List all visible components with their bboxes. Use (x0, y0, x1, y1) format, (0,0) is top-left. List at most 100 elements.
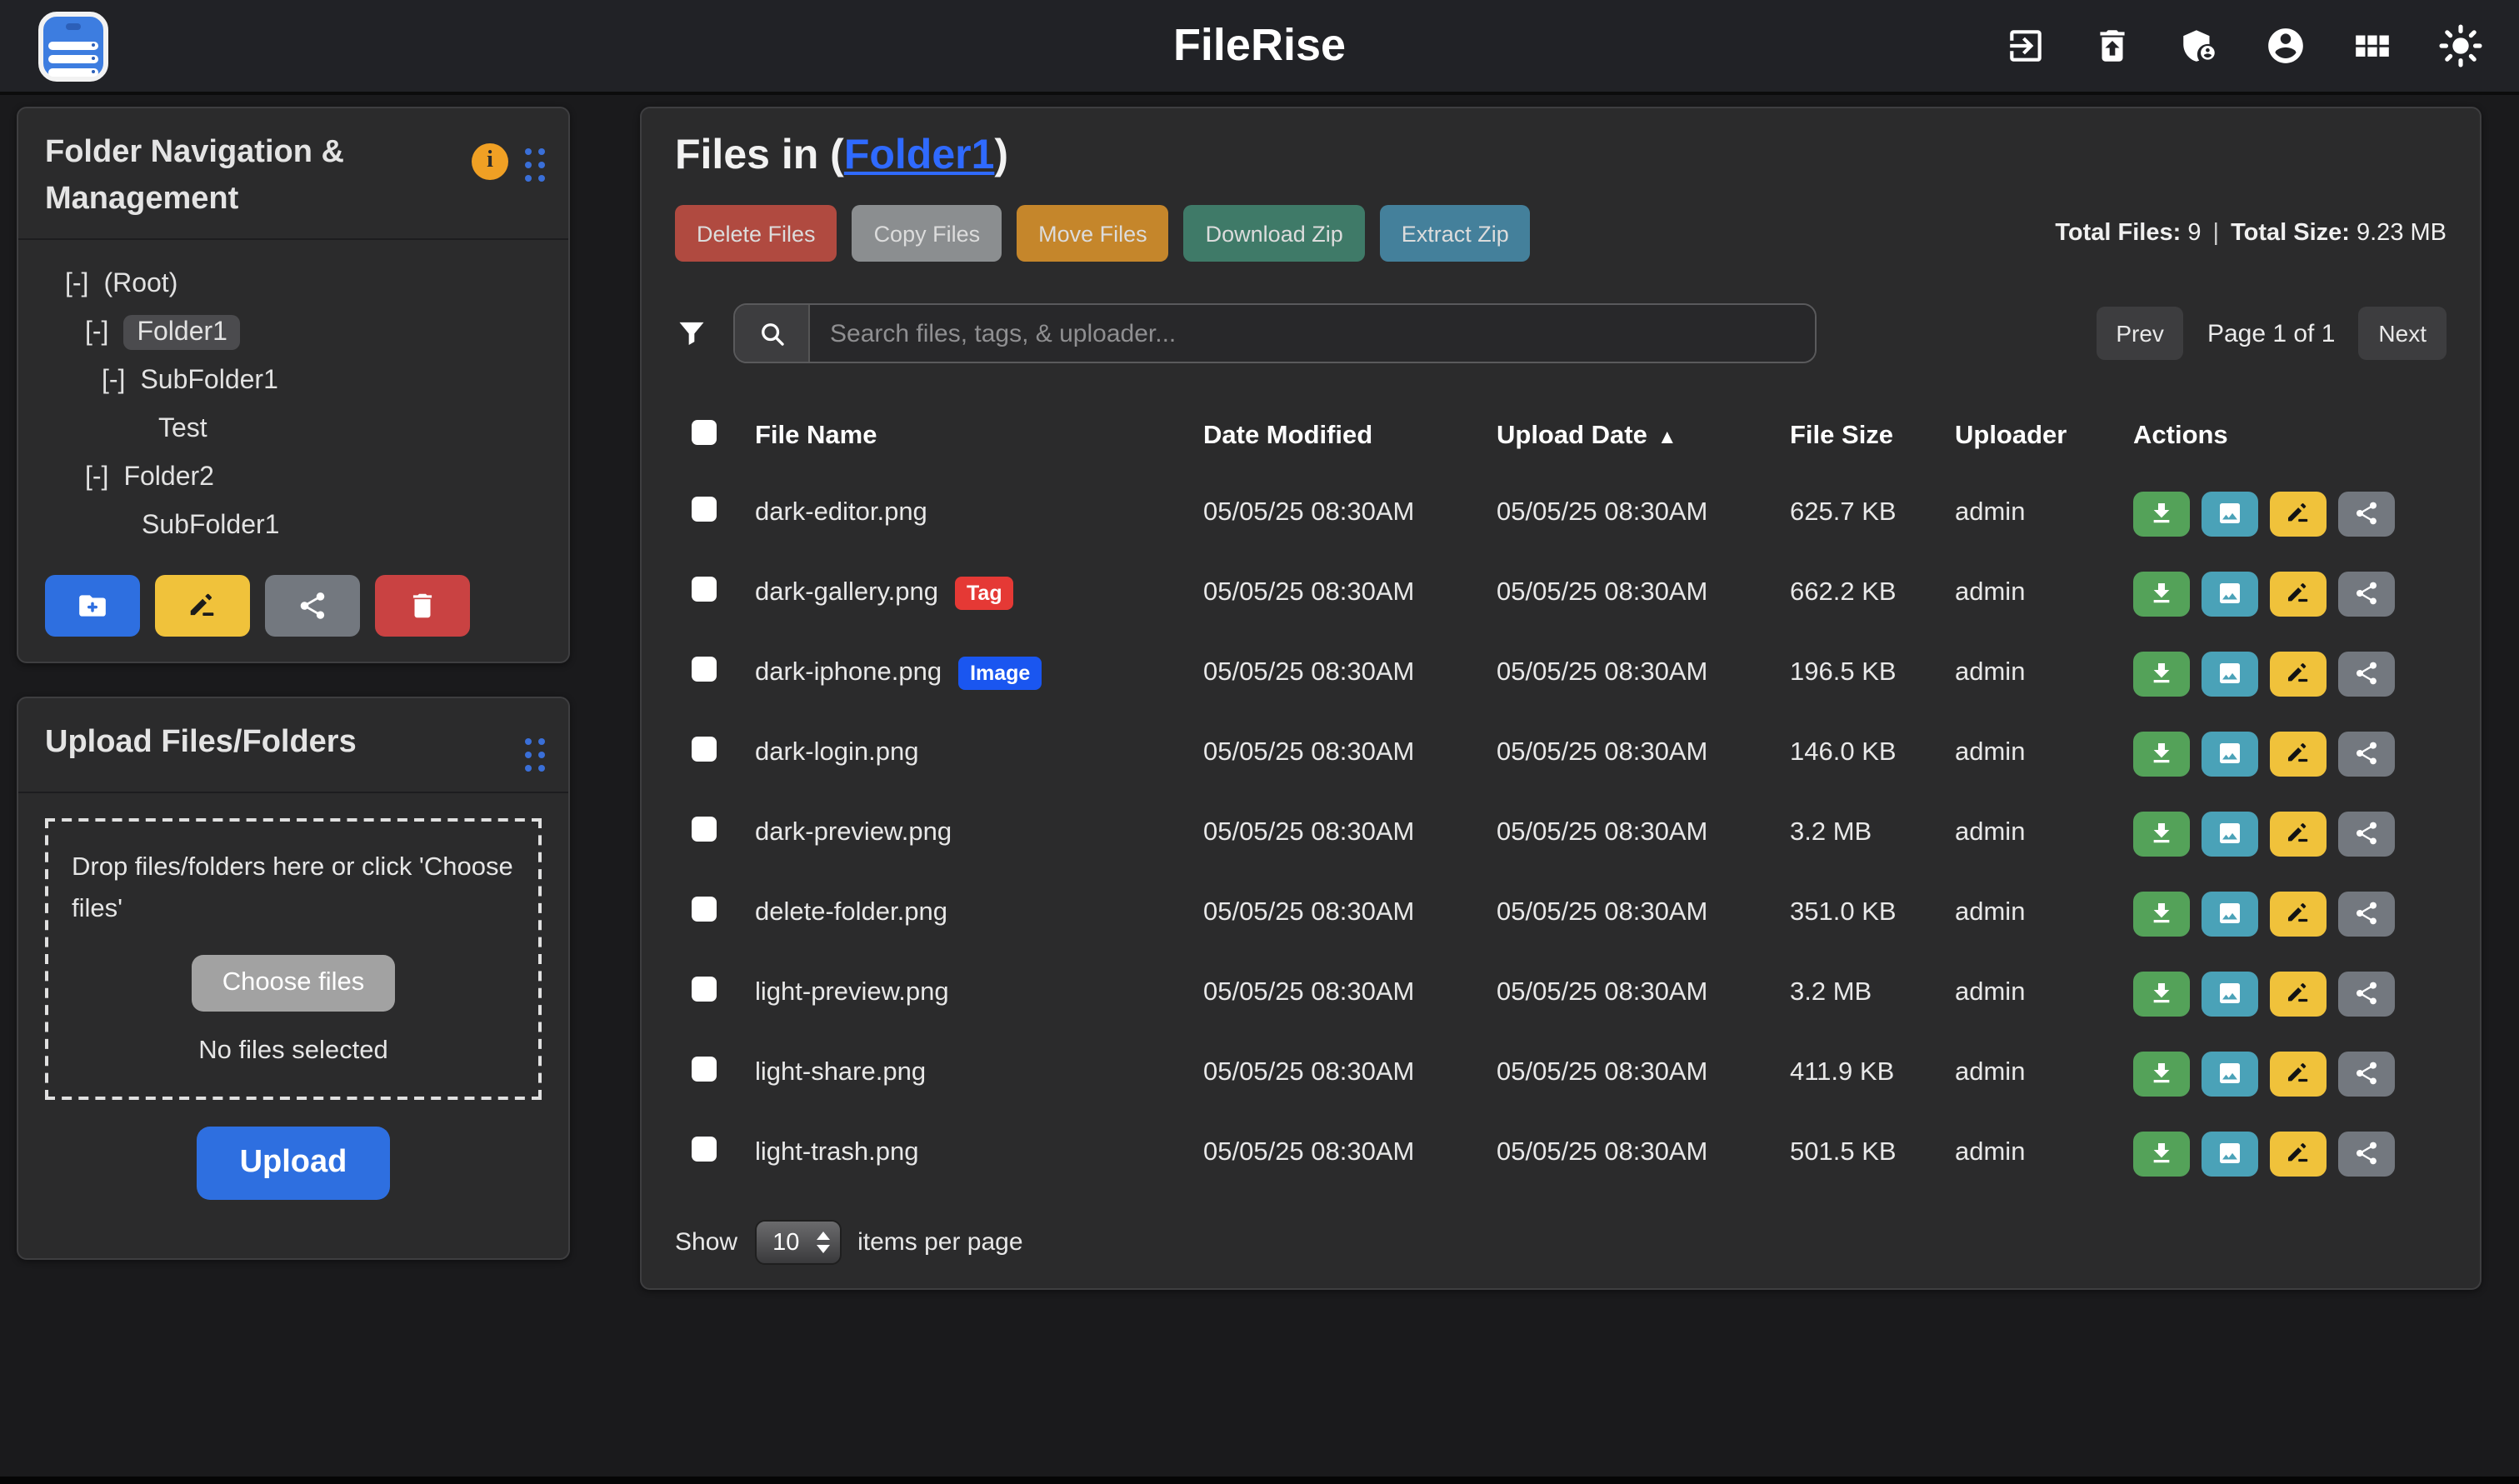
filter-funnel-icon[interactable] (675, 316, 708, 351)
edit-file-button[interactable] (2270, 1051, 2327, 1096)
share-file-button[interactable] (2338, 811, 2395, 856)
theme-sun-icon[interactable] (2437, 23, 2482, 68)
share-file-button[interactable] (2338, 971, 2395, 1016)
download-file-button[interactable] (2133, 651, 2190, 696)
edit-file-button[interactable] (2270, 971, 2327, 1016)
move-files-button[interactable]: Move Files (1017, 205, 1169, 262)
copy-files-button[interactable]: Copy Files (852, 205, 1002, 262)
share-file-button[interactable] (2338, 491, 2395, 536)
download-file-button[interactable] (2133, 971, 2190, 1016)
preview-image-button[interactable] (2202, 1131, 2258, 1176)
preview-image-button[interactable] (2202, 651, 2258, 696)
download-file-button[interactable] (2133, 571, 2190, 616)
download-file-button[interactable] (2133, 891, 2190, 936)
file-name[interactable]: dark-iphone.png (755, 658, 942, 688)
apps-grid-icon[interactable] (2351, 25, 2392, 67)
admin-shield-icon[interactable] (2177, 25, 2219, 67)
dropzone[interactable]: Drop files/folders here or click 'Choose… (45, 818, 542, 1099)
file-name[interactable]: light-trash.png (755, 1138, 918, 1168)
tree-item-subfolder1[interactable]: [-]SubFolder1 (45, 357, 542, 405)
preview-image-button[interactable] (2202, 811, 2258, 856)
delete-files-button[interactable]: Delete Files (675, 205, 837, 262)
edit-file-button[interactable] (2270, 731, 2327, 776)
edit-file-button[interactable] (2270, 571, 2327, 616)
share-file-button[interactable] (2338, 731, 2395, 776)
page-indicator: Page 1 of 1 (2207, 319, 2335, 347)
column-header-uploader[interactable]: Uploader (1955, 422, 2133, 452)
preview-image-button[interactable] (2202, 571, 2258, 616)
column-header-upload-date[interactable]: Upload Date▲ (1497, 422, 1790, 452)
user-account-icon[interactable] (2264, 25, 2306, 67)
row-checkbox[interactable] (692, 897, 717, 922)
row-checkbox[interactable] (692, 577, 717, 602)
uploader: admin (1955, 738, 2133, 768)
share-folder-button[interactable] (265, 575, 360, 637)
filerise-logo-icon[interactable] (38, 11, 108, 81)
tree-item-folder1[interactable]: [-]Folder1 (45, 308, 542, 357)
drag-handle-icon[interactable] (525, 148, 545, 182)
row-checkbox[interactable] (692, 657, 717, 682)
create-folder-button[interactable] (45, 575, 140, 637)
tree-item-test[interactable]: Test (45, 405, 542, 453)
file-name[interactable]: dark-gallery.png (755, 578, 938, 608)
download-file-button[interactable] (2133, 731, 2190, 776)
extract-zip-button[interactable]: Extract Zip (1380, 205, 1531, 262)
share-file-button[interactable] (2338, 1051, 2395, 1096)
prev-page-button[interactable]: Prev (2096, 307, 2184, 360)
drag-handle-icon[interactable] (525, 738, 545, 772)
share-file-button[interactable] (2338, 891, 2395, 936)
file-name[interactable]: dark-login.png (755, 738, 918, 768)
search-icon[interactable] (735, 305, 810, 362)
search-input[interactable] (810, 305, 1815, 362)
logout-icon[interactable] (2004, 25, 2046, 67)
tree-item-folder2-subfolder1[interactable]: SubFolder1 (45, 502, 542, 550)
row-checkbox[interactable] (692, 817, 717, 842)
file-name[interactable]: light-share.png (755, 1058, 926, 1088)
download-zip-button[interactable]: Download Zip (1184, 205, 1365, 262)
upload-button[interactable]: Upload (197, 1126, 391, 1199)
file-name[interactable]: light-preview.png (755, 978, 949, 1008)
rename-folder-button[interactable] (155, 575, 250, 637)
preview-image-button[interactable] (2202, 971, 2258, 1016)
tree-item-root[interactable]: [-](Root) (45, 260, 542, 308)
preview-image-button[interactable] (2202, 731, 2258, 776)
download-file-button[interactable] (2133, 811, 2190, 856)
tree-item-folder2[interactable]: [-]Folder2 (45, 453, 542, 502)
preview-image-button[interactable] (2202, 491, 2258, 536)
edit-file-button[interactable] (2270, 891, 2327, 936)
image-badge: Image (958, 657, 1042, 690)
column-header-date-modified[interactable]: Date Modified (1203, 422, 1497, 452)
row-checkbox[interactable] (692, 1057, 717, 1082)
column-header-file-size[interactable]: File Size (1790, 422, 1955, 452)
column-header-file-name[interactable]: File Name (755, 422, 1203, 452)
search-row: Prev Page 1 of 1 Next (675, 303, 2447, 363)
choose-files-button[interactable]: Choose files (192, 954, 395, 1011)
share-file-button[interactable] (2338, 651, 2395, 696)
edit-file-button[interactable] (2270, 1131, 2327, 1176)
download-file-button[interactable] (2133, 1051, 2190, 1096)
row-checkbox[interactable] (692, 737, 717, 762)
row-checkbox[interactable] (692, 497, 717, 522)
download-file-button[interactable] (2133, 1131, 2190, 1176)
next-page-button[interactable]: Next (2358, 307, 2447, 360)
info-icon[interactable]: i (472, 143, 508, 180)
file-name[interactable]: dark-preview.png (755, 818, 952, 848)
preview-image-button[interactable] (2202, 891, 2258, 936)
delete-folder-button[interactable] (375, 575, 470, 637)
row-checkbox[interactable] (692, 977, 717, 1002)
edit-file-button[interactable] (2270, 491, 2327, 536)
preview-image-button[interactable] (2202, 1051, 2258, 1096)
table-row: delete-folder.png 05/05/25 08:30AM 05/05… (675, 873, 2447, 953)
edit-file-button[interactable] (2270, 651, 2327, 696)
file-name[interactable]: delete-folder.png (755, 898, 947, 928)
current-folder-link[interactable]: Folder1 (844, 132, 995, 178)
row-checkbox[interactable] (692, 1137, 717, 1162)
restore-trash-icon[interactable] (2091, 25, 2132, 67)
file-name[interactable]: dark-editor.png (755, 498, 927, 528)
share-file-button[interactable] (2338, 1131, 2395, 1176)
select-all-checkbox[interactable] (692, 420, 717, 445)
items-per-page-select[interactable]: 10 (754, 1220, 841, 1265)
download-file-button[interactable] (2133, 491, 2190, 536)
share-file-button[interactable] (2338, 571, 2395, 616)
edit-file-button[interactable] (2270, 811, 2327, 856)
